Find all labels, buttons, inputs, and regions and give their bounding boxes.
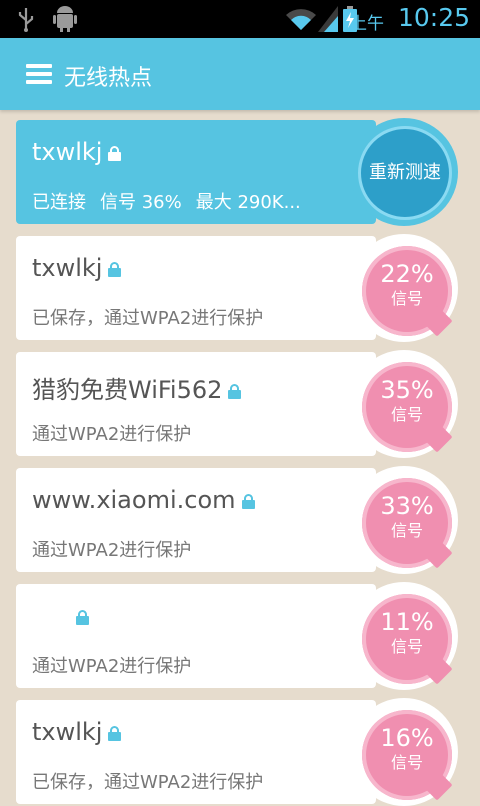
lock-icon (108, 145, 122, 161)
menu-icon[interactable] (26, 64, 52, 84)
network-ssid (70, 602, 89, 630)
status-ampm: 上午 (350, 14, 384, 34)
lock-icon (76, 609, 89, 625)
signal-label: 信号 (390, 289, 423, 308)
network-ssid: txwlkj (32, 718, 122, 746)
android-debug-icon (53, 6, 77, 32)
network-item[interactable]: txwlkj 已保存，通过WPA2进行保护 22% 信号 (16, 234, 458, 342)
max-speed: 最大 290K... (195, 192, 301, 213)
network-item-connected[interactable]: txwlkj 已连接 信号 36% 最大 290K... 重新测速 (16, 118, 458, 226)
signal-percent: 22% (380, 260, 434, 288)
network-detail: 通过WPA2进行保护 (32, 540, 192, 561)
network-detail: 通过WPA2进行保护 (32, 424, 192, 445)
network-ssid: 猎豹免费WiFi562 (32, 370, 242, 405)
lock-icon (228, 383, 242, 399)
status-time: 10:25 (397, 3, 470, 32)
signal-badge: 22% 信号 (362, 246, 453, 337)
lock-icon (241, 493, 255, 509)
signal-percent: 35% (380, 376, 434, 404)
network-ssid: txwlkj (32, 254, 122, 282)
signal-badge: 11% 信号 (362, 594, 453, 685)
network-detail: 通过WPA2进行保护 (32, 656, 192, 677)
network-detail: 已保存，通过WPA2进行保护 (32, 772, 264, 793)
retest-speed-button[interactable]: 重新测速 (358, 126, 452, 220)
signal-badge: 35% 信号 (362, 362, 453, 453)
network-item[interactable]: txwlkj 已保存，通过WPA2进行保护 16% 信号 (16, 698, 458, 806)
wifi-icon (286, 9, 316, 31)
signal-label: 信号 (390, 753, 423, 772)
ssid-label: txwlkj (32, 718, 103, 746)
app-header: 无线热点 (0, 38, 480, 110)
ssid-label: txwlkj (32, 138, 103, 166)
ssid-label: www.xiaomi.com (32, 486, 236, 514)
ssid-label: 猎豹免费WiFi562 (32, 376, 223, 404)
status-bar: 上午 10:25 (0, 0, 480, 38)
network-detail: 已保存，通过WPA2进行保护 (32, 308, 264, 329)
network-item[interactable]: www.xiaomi.com 通过WPA2进行保护 33% 信号 (16, 466, 458, 574)
network-detail: 已连接 信号 36% 最大 290K... (32, 188, 301, 214)
page-title: 无线热点 (64, 66, 153, 91)
connection-status: 已连接 (32, 192, 86, 213)
ssid-label: txwlkj (32, 254, 103, 282)
signal-percent: 33% (380, 492, 434, 520)
network-item[interactable]: 猎豹免费WiFi562 通过WPA2进行保护 35% 信号 (16, 350, 458, 458)
signal-percent: 16% (380, 724, 434, 752)
signal-strength: 信号 36% (100, 192, 182, 213)
signal-percent: 11% (380, 608, 434, 636)
usb-icon (18, 8, 34, 32)
lock-icon (108, 725, 122, 741)
network-item[interactable]: 通过WPA2进行保护 11% 信号 (16, 582, 458, 690)
signal-label: 信号 (390, 405, 423, 424)
network-ssid: txwlkj (32, 138, 122, 166)
signal-label: 信号 (390, 521, 423, 540)
signal-badge: 33% 信号 (362, 478, 453, 569)
signal-icon (318, 6, 338, 32)
signal-badge: 16% 信号 (362, 710, 453, 801)
lock-icon (108, 261, 122, 277)
network-ssid: www.xiaomi.com (32, 486, 255, 514)
signal-label: 信号 (390, 637, 423, 656)
